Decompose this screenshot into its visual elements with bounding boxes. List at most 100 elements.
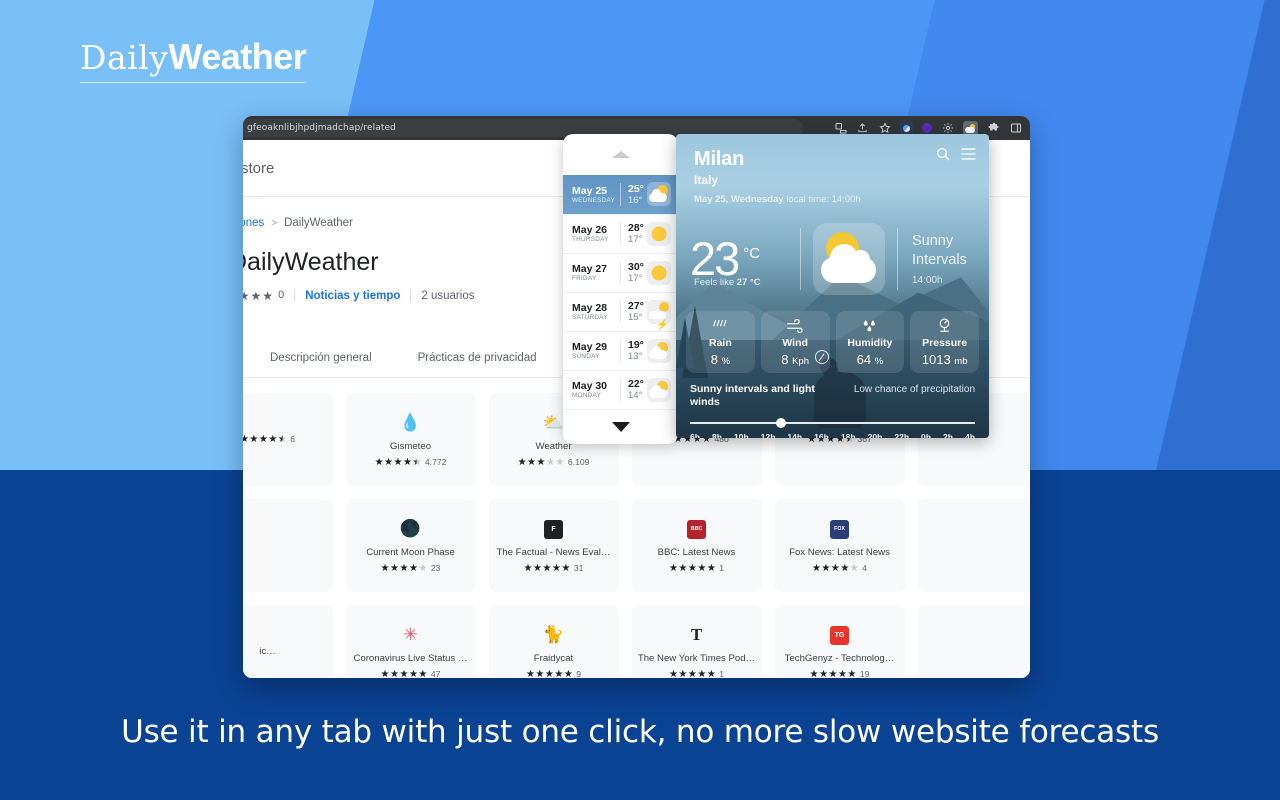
tab-privacy[interactable]: Prácticas de privacidad <box>418 352 537 364</box>
techgenyz-icon: TG <box>828 624 851 647</box>
forecast-date-block: May 29 SUNDAY <box>572 341 620 360</box>
extension-purple-icon[interactable] <box>922 123 932 133</box>
extension-gear-icon[interactable] <box>941 122 954 135</box>
extension-card[interactable]: 💧 Gismeteo ★ ★ ★ ★ ★ 4.772 <box>345 393 476 486</box>
hour-tick[interactable]: 8h <box>712 432 722 438</box>
hour-tick[interactable]: 10h <box>734 432 749 438</box>
hour-slider[interactable] <box>690 418 975 429</box>
techgenyz-badge: TG <box>830 625 849 645</box>
stat-unit: Kph <box>792 356 809 367</box>
forecast-day-row[interactable]: May 27 FRIDAY 30° 17° <box>563 252 678 292</box>
chevron-down-icon <box>611 421 630 432</box>
forecast-date: May 26 <box>572 224 608 237</box>
star-filled: ★ <box>402 456 412 468</box>
local-date: May 25, Wednesday <box>694 194 784 205</box>
star-filled: ★ <box>668 562 678 574</box>
star-filled: ★ <box>527 456 536 468</box>
forecast-high: 25° <box>628 182 644 195</box>
hour-tick[interactable]: 18h <box>841 432 856 438</box>
extension-card[interactable]: 🌑 Current Moon Phase ★ ★ ★ ★ ★ 23 <box>345 499 476 592</box>
extension-card[interactable]: 🐈 Fraidycat ★ ★ ★ ★ ★ 9 <box>488 605 619 678</box>
forecast-date-block: May 28 SATURDAY <box>572 302 620 321</box>
extension-card[interactable] <box>243 499 333 592</box>
tab-overview[interactable]: Descripción general <box>270 352 372 364</box>
extension-card[interactable]: ic… <box>243 605 333 678</box>
star-filled: ★ <box>551 562 561 574</box>
forecast-high: 22° <box>628 378 644 391</box>
forecast-date: May 25 <box>572 184 608 197</box>
extension-blue-icon[interactable] <box>900 121 913 135</box>
star-filled: ★ <box>390 668 399 678</box>
partly-cloudy-icon <box>647 338 671 363</box>
star-empty: ★ <box>555 456 565 468</box>
rating-count: 19 <box>859 669 870 678</box>
rating-stars: ★ ★ ★ ★ ★ 23 <box>381 563 441 574</box>
breadcrumb-current: DailyWeather <box>284 217 353 229</box>
forecast-day-row[interactable]: May 26 THURSDAY 28° 17° <box>563 213 678 253</box>
forecast-weekday: THURSDAY <box>572 236 609 244</box>
hour-tick[interactable]: 0h <box>921 432 931 438</box>
share-icon[interactable] <box>856 122 869 135</box>
hamburger-menu-icon[interactable] <box>960 147 977 161</box>
extension-card[interactable] <box>917 605 1030 678</box>
extension-card[interactable]: F The Factual - News Eval… ★ ★ ★ ★ ★ 31 <box>488 499 619 592</box>
cloud-shape <box>821 244 876 283</box>
search-icon[interactable] <box>935 146 951 162</box>
forecast-weekday: WEDNESDAY <box>572 196 615 204</box>
rating-stars: ★ ★ ★ ★ ★ 31 <box>524 562 584 574</box>
forecast-day-row[interactable]: May 28 SATURDAY 27° 15° ⚡ <box>563 291 678 331</box>
hour-tick[interactable]: 2h <box>943 432 953 438</box>
star-filled: ★ <box>525 668 535 678</box>
star-half: ★ <box>277 433 287 445</box>
extension-card[interactable]: ✳ Coronavirus Live Status … ★ ★ ★ ★ ★ 47 <box>345 605 476 678</box>
hour-tick[interactable]: 6h <box>690 432 700 438</box>
rating-stars: ★ ★ ★ ★ ★ 19 <box>810 669 870 678</box>
bookmark-star-icon[interactable] <box>878 122 891 135</box>
extension-card[interactable]: ★ ★ ★ ★ ★ 6 <box>243 393 333 486</box>
hour-tick[interactable]: 20h <box>868 432 883 438</box>
forecast-collapse-button[interactable] <box>563 134 678 175</box>
star-filled: ★ <box>408 668 418 678</box>
breadcrumb-parent-link[interactable]: siones <box>243 217 264 229</box>
hour-tick[interactable]: 16h <box>814 432 829 438</box>
stat-number: 1013 <box>921 352 951 367</box>
promo-caption: Use it in any tab with just one click, n… <box>121 714 1159 750</box>
extension-card[interactable]: FOX Fox News: Latest News ★ ★ ★ ★ ★ 4 <box>774 499 905 592</box>
local-datetime: May 25, Wednesday local time: 14:00h <box>694 194 989 205</box>
star-filled: ★ <box>268 433 278 445</box>
rating-count: 23 <box>430 563 441 574</box>
rating-count: 31 <box>573 563 584 574</box>
star-filled: ★ <box>380 668 390 678</box>
forecast-day-list: May 25 WEDNESDAY 25° 16° May 26 THURSDAY 28° 17… <box>563 174 678 409</box>
country-name: Italy <box>694 173 719 187</box>
weather-stat-humidity: Humidity 64 % <box>835 311 905 373</box>
extension-card[interactable] <box>917 499 1030 592</box>
extensions-puzzle-icon[interactable] <box>987 122 1000 135</box>
side-panel-icon[interactable] <box>1009 122 1022 135</box>
condition-block: Sunny Intervals 14:00h <box>912 232 967 285</box>
extension-card[interactable]: T The New York Times Pod… ★ ★ ★ ★ ★ 1 <box>631 605 762 678</box>
extension-card[interactable]: BBC BBC: Latest News ★ ★ ★ ★ ★ 1 <box>631 499 762 592</box>
hour-tick[interactable]: 22h <box>894 432 909 438</box>
forecast-temps: 22° 14° <box>620 378 647 402</box>
extension-card[interactable]: TG TechGenyz - Technolog… ★ ★ ★ ★ ★ 19 <box>774 605 905 678</box>
forecast-day-row[interactable]: May 25 WEDNESDAY 25° 16° <box>563 174 678 214</box>
hour-tick[interactable]: 12h <box>761 432 776 438</box>
star-filled: ★ <box>535 668 545 678</box>
forecast-day-row[interactable]: May 30 MONDAY 22° 14° <box>563 369 678 409</box>
slider-handle[interactable] <box>775 418 786 429</box>
extension-card-name: Weather <box>535 440 572 452</box>
popup-actions <box>935 146 977 162</box>
logo-text-weather: Weather <box>168 36 307 77</box>
star-filled: ★ <box>821 562 831 574</box>
category-link[interactable]: Noticias y tiempo <box>305 290 400 302</box>
hour-tick[interactable]: 4h <box>965 432 975 438</box>
hour-tick[interactable]: 14h <box>787 432 802 438</box>
star-filled: ★ <box>536 456 546 468</box>
forecast-day-row[interactable]: May 29 SUNDAY 19° 13° <box>563 330 678 370</box>
star-filled: ★ <box>563 668 573 678</box>
forecast-expand-button[interactable] <box>563 408 678 444</box>
forecast-weekday: MONDAY <box>572 392 602 400</box>
translate-icon[interactable] <box>834 122 847 135</box>
rating-stars: ★ ★ ★ ★ ★ 1 <box>668 562 724 574</box>
